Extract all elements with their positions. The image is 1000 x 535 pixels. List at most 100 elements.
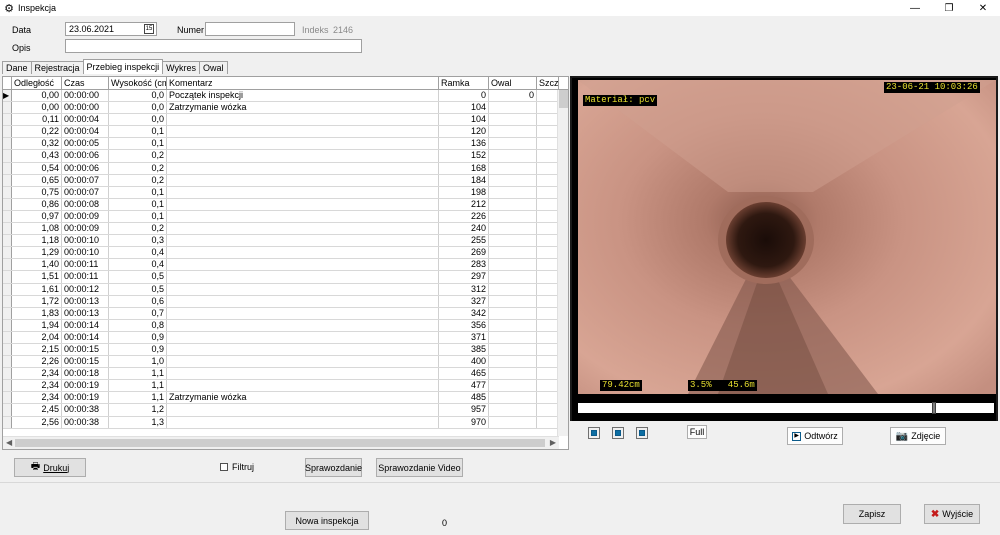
table-cell[interactable]: 0,1 xyxy=(109,138,167,150)
table-cell[interactable]: 312 xyxy=(439,283,489,295)
table-row[interactable]: 1,83 00:00:13 0,7 342 xyxy=(3,307,559,320)
row-indicator[interactable] xyxy=(3,186,12,198)
table-cell[interactable]: 198 xyxy=(439,186,489,198)
table-cell[interactable]: 104 xyxy=(439,114,489,126)
table-cell[interactable] xyxy=(537,210,559,223)
table-cell[interactable]: 0,1 xyxy=(109,210,167,223)
table-cell[interactable] xyxy=(167,186,439,198)
table-cell[interactable] xyxy=(489,404,537,416)
table-cell[interactable] xyxy=(489,162,537,174)
row-indicator[interactable] xyxy=(3,174,12,186)
table-row[interactable]: 2,56 00:00:38 1,3 970 xyxy=(3,416,559,429)
table-cell[interactable] xyxy=(537,102,559,114)
odtworz-button[interactable]: ▶ Odtwórz xyxy=(787,427,843,445)
table-cell[interactable] xyxy=(537,235,559,247)
table-cell[interactable]: 0,1 xyxy=(109,126,167,138)
table-row[interactable]: 2,04 00:00:14 0,9 371 xyxy=(3,331,559,344)
table-cell[interactable] xyxy=(537,259,559,271)
table-cell[interactable]: 120 xyxy=(439,126,489,138)
table-cell[interactable]: 00:00:09 xyxy=(62,210,109,223)
table-cell[interactable]: 0,1 xyxy=(109,186,167,198)
seek-slider-handle[interactable] xyxy=(932,402,936,414)
row-indicator[interactable] xyxy=(3,271,12,283)
table-row[interactable]: 0,11 00:00:04 0,0 104 xyxy=(3,114,559,127)
table-cell[interactable]: 00:00:13 xyxy=(62,307,109,319)
row-current-indicator-icon[interactable]: ▶ xyxy=(3,90,12,102)
table-cell[interactable]: 226 xyxy=(439,210,489,223)
table-cell[interactable] xyxy=(167,174,439,186)
table-cell[interactable]: 00:00:15 xyxy=(62,356,109,368)
table-cell[interactable]: 0,6 xyxy=(109,295,167,307)
table-cell[interactable] xyxy=(537,271,559,283)
row-indicator[interactable] xyxy=(3,210,12,223)
table-cell[interactable] xyxy=(167,319,439,331)
table-cell[interactable] xyxy=(489,259,537,271)
nowa-inspekcja-button[interactable]: Nowa inspekcja xyxy=(285,511,369,530)
table-cell[interactable] xyxy=(537,90,559,102)
row-indicator[interactable] xyxy=(3,319,12,331)
video-seek-bar[interactable] xyxy=(578,402,994,414)
table-cell[interactable] xyxy=(167,235,439,247)
grid-vertical-scrollbar[interactable] xyxy=(557,90,568,436)
vertical-scroll-thumb[interactable] xyxy=(559,90,568,108)
table-cell[interactable]: 184 xyxy=(439,174,489,186)
table-cell[interactable]: 00:00:38 xyxy=(62,404,109,416)
table-row[interactable]: 1,94 00:00:14 0,8 356 xyxy=(3,319,559,332)
table-cell[interactable]: 0,0 xyxy=(109,90,167,102)
table-cell[interactable] xyxy=(537,162,559,174)
table-row[interactable]: 0,00 00:00:00 0,0 Zatrzymanie wózka 104 xyxy=(3,102,559,115)
table-cell[interactable] xyxy=(537,126,559,138)
table-cell[interactable]: 152 xyxy=(439,150,489,162)
table-cell[interactable]: 0,9 xyxy=(109,331,167,343)
table-cell[interactable]: Początek inspekcji xyxy=(167,90,439,102)
table-cell[interactable]: 0,97 xyxy=(12,210,62,223)
table-cell[interactable] xyxy=(167,331,439,343)
row-indicator[interactable] xyxy=(3,392,12,404)
table-cell[interactable]: 1,40 xyxy=(12,259,62,271)
table-cell[interactable] xyxy=(489,210,537,223)
table-cell[interactable] xyxy=(167,271,439,283)
table-row[interactable]: 1,72 00:00:13 0,6 327 xyxy=(3,295,559,308)
table-cell[interactable]: 00:00:08 xyxy=(62,198,109,210)
table-cell[interactable]: 0,2 xyxy=(109,174,167,186)
table-cell[interactable] xyxy=(167,210,439,223)
table-cell[interactable] xyxy=(537,331,559,343)
table-cell[interactable]: 00:00:12 xyxy=(62,283,109,295)
table-cell[interactable] xyxy=(167,259,439,271)
zapisz-button[interactable]: Zapisz xyxy=(843,504,901,524)
table-cell[interactable]: 0,43 xyxy=(12,150,62,162)
table-cell[interactable]: 1,0 xyxy=(109,356,167,368)
table-cell[interactable]: 00:00:06 xyxy=(62,150,109,162)
row-indicator[interactable] xyxy=(3,102,12,114)
tab-owal[interactable]: Owal xyxy=(199,61,228,74)
table-cell[interactable] xyxy=(489,223,537,235)
col-header-czas[interactable]: Czas xyxy=(62,77,109,89)
table-cell[interactable]: 385 xyxy=(439,343,489,356)
table-cell[interactable]: 0,86 xyxy=(12,198,62,210)
filtruj-checkbox[interactable] xyxy=(220,463,228,471)
table-cell[interactable]: 00:00:10 xyxy=(62,247,109,259)
table-row[interactable]: 0,86 00:00:08 0,1 212 xyxy=(3,198,559,211)
table-cell[interactable]: 0 xyxy=(489,90,537,102)
table-cell[interactable]: 1,18 xyxy=(12,235,62,247)
table-cell[interactable] xyxy=(167,223,439,235)
table-cell[interactable]: 240 xyxy=(439,223,489,235)
table-cell[interactable]: 1,29 xyxy=(12,247,62,259)
table-cell[interactable]: 0,2 xyxy=(109,150,167,162)
tab-dane[interactable]: Dane xyxy=(2,61,32,74)
table-row[interactable]: 0,97 00:00:09 0,1 226 xyxy=(3,210,559,224)
table-row[interactable]: 2,34 00:00:19 1,1 477 xyxy=(3,380,559,393)
table-cell[interactable]: 00:00:19 xyxy=(62,380,109,392)
table-cell[interactable]: 00:00:11 xyxy=(62,259,109,271)
table-cell[interactable] xyxy=(167,356,439,368)
table-cell[interactable] xyxy=(489,380,537,392)
table-cell[interactable] xyxy=(489,186,537,198)
table-cell[interactable]: 356 xyxy=(439,319,489,331)
pause-small-button[interactable] xyxy=(612,427,624,439)
table-cell[interactable]: 00:00:14 xyxy=(62,319,109,331)
table-cell[interactable]: 0,2 xyxy=(109,162,167,174)
table-cell[interactable] xyxy=(489,102,537,114)
table-cell[interactable]: 00:00:07 xyxy=(62,186,109,198)
table-cell[interactable]: 0,0 xyxy=(109,114,167,126)
table-cell[interactable] xyxy=(167,343,439,356)
